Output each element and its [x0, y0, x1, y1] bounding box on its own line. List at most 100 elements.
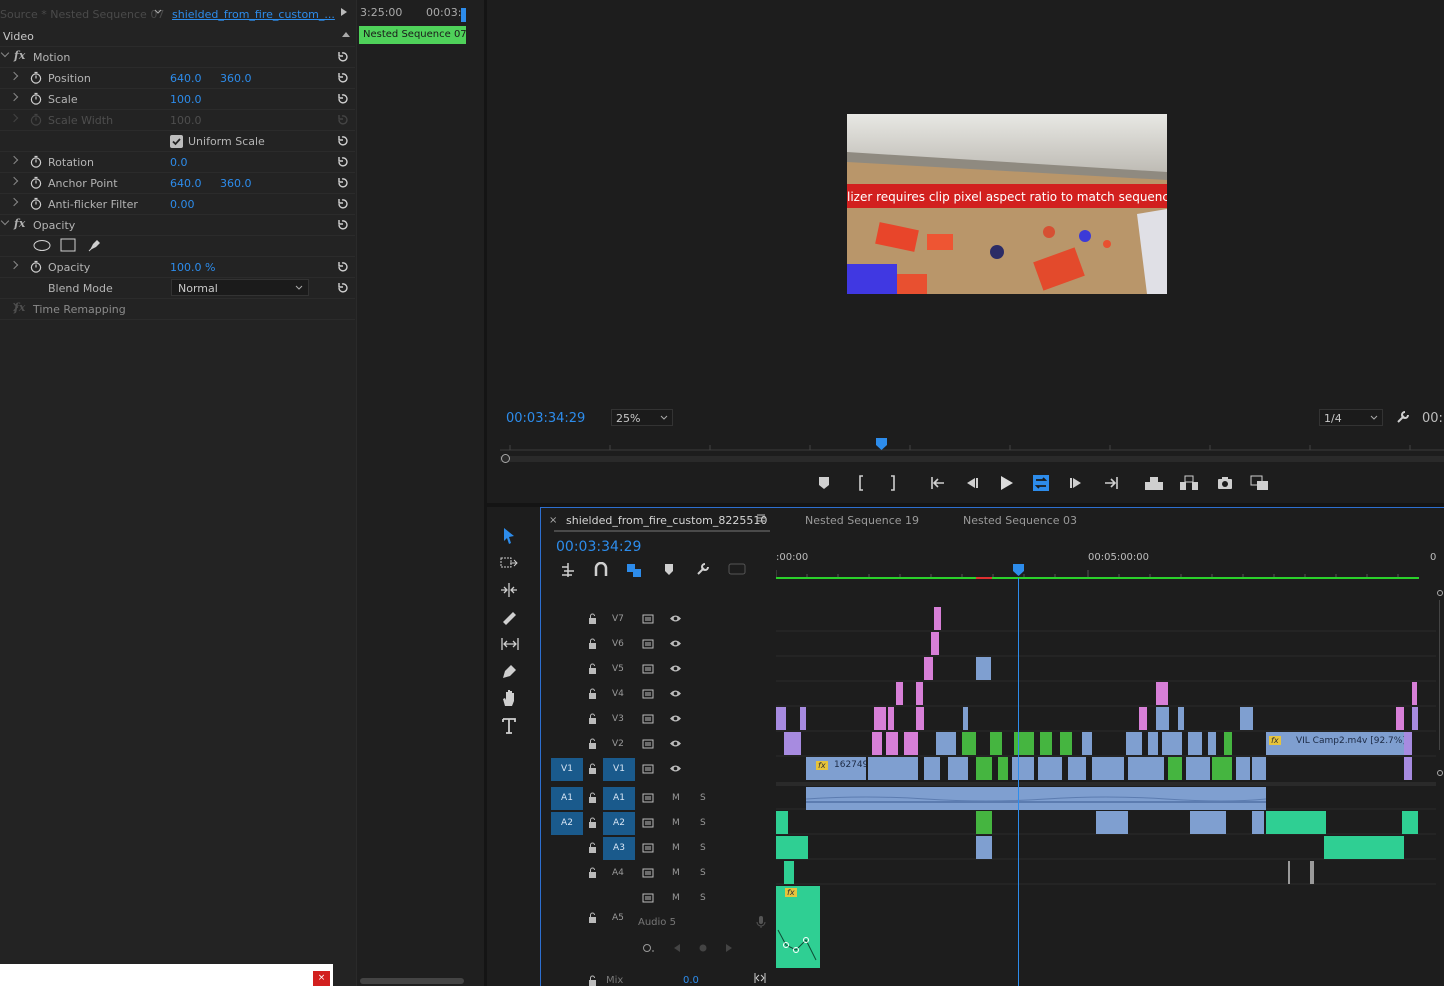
audio-clip[interactable] [976, 836, 992, 859]
eye-icon[interactable] [669, 764, 682, 773]
video-clip[interactable] [1412, 682, 1417, 705]
close-tab-icon[interactable]: × [549, 515, 557, 526]
video-clip[interactable] [1252, 757, 1266, 780]
video-clip[interactable] [1178, 707, 1184, 730]
time-ruler[interactable]: :00:00 00:05:00:00 0 [776, 548, 1444, 580]
sync-lock-icon[interactable] [642, 842, 654, 853]
mute-button[interactable]: M [672, 893, 680, 903]
nest-toggle-icon[interactable] [560, 562, 576, 578]
captions-icon[interactable] [728, 563, 746, 575]
reset-icon[interactable] [336, 50, 350, 64]
sync-lock-icon[interactable] [642, 688, 654, 699]
audio-clip-a5[interactable]: fx [776, 886, 820, 968]
reset-icon[interactable] [336, 218, 350, 232]
video-clip[interactable] [1186, 757, 1210, 780]
video-clip[interactable] [1156, 707, 1169, 730]
stopwatch-icon[interactable] [30, 176, 42, 189]
sync-lock-icon[interactable] [642, 892, 654, 903]
track-name[interactable]: V3 [612, 714, 624, 724]
stopwatch-icon[interactable] [30, 92, 42, 105]
playhead-icon[interactable] [876, 438, 887, 450]
sync-lock-icon[interactable] [642, 792, 654, 803]
snap-icon[interactable] [594, 562, 608, 578]
expand-chevron-icon[interactable] [0, 48, 10, 58]
mini-playhead[interactable] [461, 8, 466, 22]
audio-clip[interactable] [1288, 861, 1290, 884]
mute-button[interactable]: M [672, 868, 680, 878]
play-icon[interactable] [1000, 475, 1014, 491]
audio-clip[interactable] [776, 811, 788, 834]
video-clip[interactable] [1156, 682, 1168, 705]
prev-keyframe-icon[interactable] [673, 943, 681, 953]
eye-icon[interactable] [669, 714, 682, 723]
timeline-tab-3[interactable]: Nested Sequence 03 [963, 514, 1077, 527]
go-to-in-icon[interactable] [930, 476, 946, 490]
video-clip[interactable] [1038, 757, 1062, 780]
video-clip[interactable] [1148, 732, 1158, 755]
video-clip[interactable] [1212, 757, 1232, 780]
expand-chevron-icon[interactable] [0, 216, 10, 226]
lock-icon[interactable] [588, 738, 597, 749]
microphone-icon[interactable] [756, 915, 766, 929]
video-clip[interactable] [874, 707, 886, 730]
solo-button[interactable]: S [700, 843, 706, 853]
stopwatch-icon[interactable] [30, 197, 42, 210]
video-clip[interactable] [872, 732, 882, 755]
video-clip[interactable] [1168, 757, 1182, 780]
lock-icon[interactable] [588, 663, 597, 674]
track-name[interactable]: V6 [612, 639, 624, 649]
video-clip[interactable] [998, 757, 1008, 780]
video-clip[interactable] [904, 732, 918, 755]
video-clip[interactable] [1404, 757, 1412, 780]
scroll-handle-bottom[interactable] [1437, 770, 1443, 776]
lock-icon[interactable] [588, 867, 597, 878]
video-clip[interactable] [990, 732, 1002, 755]
solo-button[interactable]: S [700, 818, 706, 828]
mark-in-icon[interactable] [857, 475, 865, 491]
compare-view-icon[interactable] [1250, 475, 1270, 491]
sync-lock-icon[interactable] [642, 867, 654, 878]
audio-clip[interactable] [1096, 811, 1128, 834]
loop-icon[interactable] [1033, 475, 1049, 491]
video-clip[interactable] [931, 632, 939, 655]
video-clip[interactable] [976, 757, 992, 780]
sync-lock-icon[interactable] [642, 738, 654, 749]
fx-icon[interactable]: fx [14, 49, 25, 62]
track-name[interactable]: A1 [603, 787, 635, 810]
close-icon[interactable]: × [313, 971, 330, 986]
audio-clip[interactable] [1190, 811, 1226, 834]
reset-icon[interactable] [336, 281, 350, 295]
video-clip[interactable] [1224, 732, 1232, 755]
hand-tool-icon[interactable] [501, 689, 517, 707]
expand-chevron-icon[interactable] [9, 176, 19, 186]
lock-icon[interactable] [588, 638, 597, 649]
video-clip[interactable] [936, 732, 956, 755]
effect-controls-mini-timeline[interactable]: 3:25:00 00:03: Nested Sequence 07 [356, 0, 484, 986]
position-y-value[interactable]: 360.0 [220, 72, 252, 85]
video-clip[interactable] [924, 757, 940, 780]
scale-value[interactable]: 100.0 [170, 93, 202, 106]
mute-button[interactable]: M [672, 818, 680, 828]
audio-clip[interactable] [776, 836, 808, 859]
razor-tool-icon[interactable] [500, 609, 518, 625]
motion-effect-row[interactable]: fx Motion [0, 47, 355, 68]
expand-chevron-icon[interactable] [9, 155, 19, 165]
video-clip[interactable] [976, 657, 991, 680]
tab-menu-icon[interactable] [756, 513, 766, 523]
opacity-value[interactable]: 100.0 % [170, 261, 215, 274]
eye-icon[interactable] [669, 639, 682, 648]
solo-button[interactable]: S [700, 793, 706, 803]
pen-mask-icon[interactable] [87, 237, 103, 253]
keyframe-toggle-icon[interactable] [642, 942, 656, 954]
track-name[interactable]: V1 [603, 758, 635, 781]
mute-button[interactable]: M [672, 843, 680, 853]
sync-lock-icon[interactable] [642, 663, 654, 674]
slip-tool-icon[interactable] [500, 636, 520, 652]
anchor-y-value[interactable]: 360.0 [220, 177, 252, 190]
reset-icon[interactable] [336, 155, 350, 169]
source-tab[interactable]: Source * Nested Sequence 07 [0, 8, 164, 21]
video-clip[interactable] [784, 732, 801, 755]
program-zoom-bar[interactable] [500, 454, 1444, 463]
timeline-settings-icon[interactable] [696, 562, 710, 576]
mix-value[interactable]: 0.0 [683, 975, 699, 986]
